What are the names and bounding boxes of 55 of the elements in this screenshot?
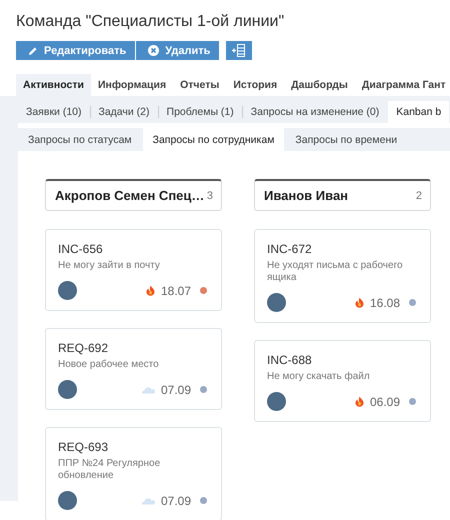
avatar	[267, 392, 286, 411]
tab[interactable]: Диаграмма Гант	[354, 74, 450, 96]
task-id: INC-688	[267, 353, 313, 367]
tab[interactable]: Запросы на изменение (0)	[242, 101, 388, 123]
tab[interactable]: Отчеты	[173, 74, 226, 96]
tab[interactable]: Активности	[16, 74, 91, 96]
task-id: REQ-693	[58, 440, 110, 454]
task-card[interactable]: REQ-693 ППР №24 Регулярное обновление 07.09	[45, 427, 222, 520]
tab[interactable]: Запросы по статусам	[18, 128, 142, 151]
column-title: Иванов Иван	[264, 188, 350, 203]
tab[interactable]: Задачи (2)	[90, 101, 158, 123]
avatar	[58, 281, 77, 300]
task-id: INC-672	[267, 242, 313, 256]
column-title: Акропов Семен Спец…	[55, 188, 206, 203]
cloud-icon	[140, 496, 155, 505]
page-title: Команда "Специалисты 1-ой линии"	[15, 12, 286, 31]
task-title: ППР №24 Регулярное обновление	[58, 458, 162, 482]
tab[interactable]: История	[226, 74, 284, 96]
add-column-button[interactable]	[226, 41, 252, 60]
edit-button[interactable]: Редактировать	[16, 41, 136, 60]
due-date: 18.07	[160, 284, 191, 298]
task-card[interactable]: INC-656 Не могу зайти в почту 18.07	[45, 229, 222, 311]
avatar	[58, 380, 77, 399]
flame-icon	[354, 396, 364, 407]
tab[interactable]: Дашборды	[284, 74, 355, 96]
tab[interactable]: Запросы по времени	[285, 128, 408, 151]
task-id: REQ-692	[58, 341, 110, 355]
task-title: Не могу зайти в почту	[58, 260, 161, 272]
task-card[interactable]: INC-672 Не уходят письма с рабочего ящика 16.08	[254, 229, 431, 323]
task-card[interactable]: REQ-692 Новое рабочее место 07.09	[45, 328, 222, 410]
due-date: 16.08	[370, 296, 400, 310]
task-card[interactable]: INC-688 Не могу скачать файл 06.09	[254, 340, 431, 422]
due-date: 06.09	[370, 394, 400, 408]
avatar	[267, 293, 286, 312]
tab[interactable]: Проблемы (1)	[158, 101, 242, 123]
flame-icon	[354, 297, 364, 308]
task-title: Не уходят письма с рабочего ящика	[267, 260, 404, 284]
close-circle-icon	[148, 45, 160, 56]
task-title: Не могу скачать файл	[267, 371, 371, 383]
due-date: 07.09	[160, 382, 191, 396]
tab[interactable]: Заявки (10)	[18, 101, 90, 123]
tab[interactable]: Запросы по сотрудникам	[142, 128, 284, 151]
card-count: 2	[416, 190, 422, 202]
add-list-icon	[232, 44, 246, 57]
due-date: 07.09	[160, 494, 191, 508]
tab[interactable]: Информация	[90, 74, 174, 96]
task-title: Новое рабочее место	[58, 359, 160, 371]
pencil-icon	[28, 46, 38, 56]
delete-button[interactable]: Удалить	[136, 41, 220, 60]
avatar	[58, 491, 77, 510]
task-id: INC-656	[58, 242, 104, 256]
card-count: 3	[206, 190, 213, 202]
cloud-icon	[140, 385, 155, 394]
flame-icon	[146, 285, 155, 296]
tab[interactable]: Kanban b	[388, 101, 450, 123]
